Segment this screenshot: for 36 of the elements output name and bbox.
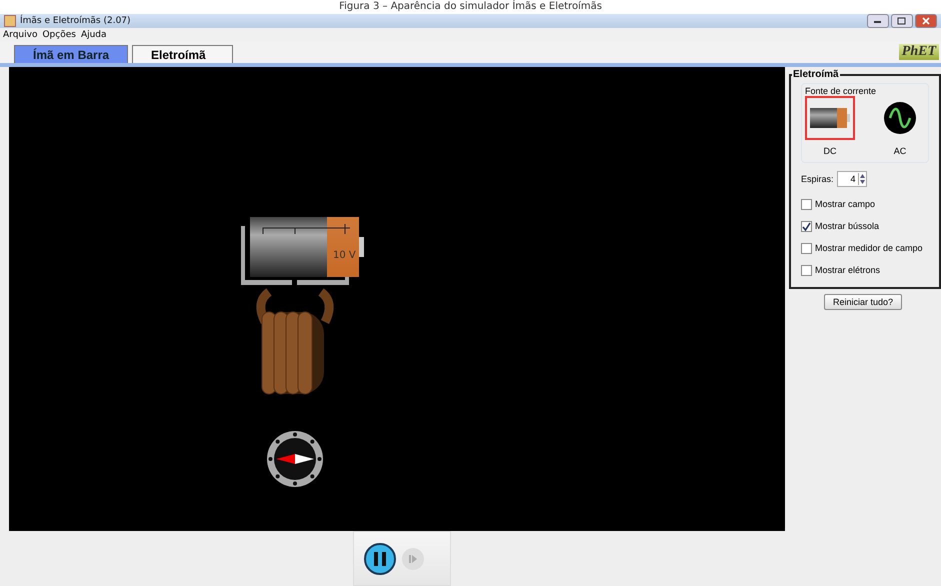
- close-button[interactable]: [915, 14, 937, 28]
- menu-item[interactable]: Arquivo: [3, 30, 38, 40]
- app-icon: [4, 15, 16, 27]
- source-label: AC: [894, 146, 906, 156]
- maximize-icon: [897, 17, 907, 25]
- minimize-icon: [873, 18, 883, 24]
- checkbox[interactable]: [801, 264, 812, 276]
- group-title: Fonte de corrente: [805, 86, 878, 96]
- tab[interactable]: Ímã em Barra: [14, 45, 128, 63]
- loops-label: Espiras:: [801, 174, 834, 184]
- close-icon: [921, 17, 931, 25]
- reset-button[interactable]: Reiniciar tudo?: [824, 294, 902, 310]
- menu-item[interactable]: Ajuda: [80, 30, 107, 40]
- compass-icon: [266, 430, 324, 488]
- checkbox[interactable]: [801, 198, 812, 210]
- window-title: Ímãs e Eletroímãs (2.07): [20, 16, 132, 26]
- checkbox[interactable]: [801, 242, 812, 254]
- battery-icon: [810, 108, 850, 128]
- electromagnet-drawing: 10 V: [225, 212, 365, 402]
- tab[interactable]: Eletroímã: [132, 45, 233, 63]
- pause-button[interactable]: [364, 542, 396, 574]
- logo: PhET: [898, 44, 939, 60]
- figure-caption: Figura 3 – Aparência do simulador Ímãs e Eletroímãs: [0, 0, 941, 14]
- source-label: DC: [824, 146, 836, 156]
- option-checkbox[interactable]: Mostrar campo: [801, 193, 929, 215]
- minimize-button[interactable]: [867, 14, 889, 28]
- option-checkbox[interactable]: Mostrar elétrons: [801, 259, 929, 281]
- loops-spinner[interactable]: 4: [836, 171, 867, 187]
- menu-item[interactable]: Opções: [42, 30, 76, 40]
- battery-button[interactable]: [805, 96, 855, 140]
- option-checkbox[interactable]: Mostrar medidor de campo: [801, 237, 929, 259]
- maximize-button[interactable]: [891, 14, 913, 28]
- checkbox[interactable]: [801, 220, 812, 232]
- panel-title: Eletroímã: [792, 69, 840, 80]
- option-checkbox[interactable]: Mostrar bússola: [801, 215, 929, 237]
- sine-wave-icon: [884, 102, 916, 134]
